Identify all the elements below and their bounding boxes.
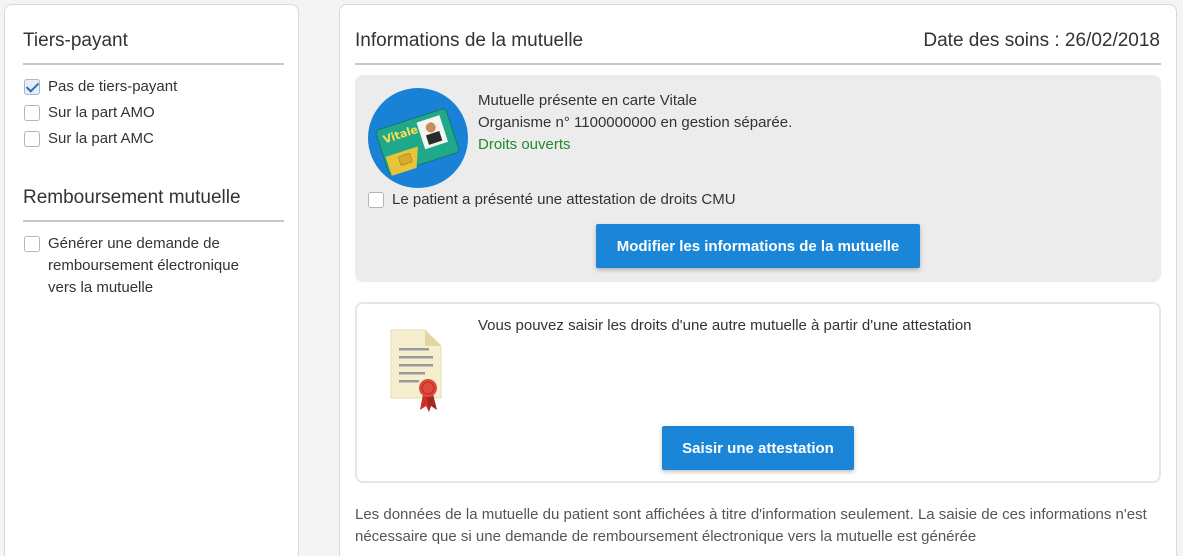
tiers-payant-title: Tiers-payant [23, 30, 128, 51]
cmu-attestation-option[interactable]: Le patient a présenté une attestation de… [368, 189, 736, 211]
checkbox[interactable] [24, 131, 40, 147]
attestation-box: Vous pouvez saisir les droits d'une autr… [355, 302, 1161, 483]
saisir-attestation-button[interactable]: Saisir une attestation [662, 426, 854, 470]
vitale-card-icon: Vitale [368, 88, 468, 188]
modify-mutuelle-button[interactable]: Modifier les informations de la mutuelle [596, 224, 920, 268]
certificate-icon [387, 326, 447, 417]
attestation-text: Vous pouvez saisir les droits d'une autr… [478, 317, 972, 334]
vitale-line-2: Organisme n° 1100000000 en gestion sépar… [478, 114, 793, 131]
option-remboursement-electronique[interactable]: Générer une demande de remboursement éle… [24, 233, 239, 299]
droits-status: Droits ouverts [478, 136, 571, 153]
checkbox-checked[interactable] [24, 79, 40, 95]
option-label: Sur la part AMC [48, 130, 154, 147]
information-footnote: Les données de la mutuelle du patient so… [355, 506, 1147, 545]
divider [23, 63, 284, 65]
checkbox[interactable] [368, 192, 384, 208]
page-title: Informations de la mutuelle [355, 30, 584, 51]
mutuelle-panel: Informations de la mutuelle Date des soi… [339, 4, 1177, 556]
option-label: Générer une demande de remboursement éle… [48, 235, 239, 296]
checkbox[interactable] [24, 105, 40, 121]
divider [23, 220, 284, 222]
cmu-label: Le patient a présenté une attestation de… [392, 191, 736, 208]
remboursement-title: Remboursement mutuelle [23, 187, 241, 208]
option-sur-la-part-amc[interactable]: Sur la part AMC [24, 128, 154, 150]
option-sur-la-part-amo[interactable]: Sur la part AMO [24, 102, 155, 124]
checkbox[interactable] [24, 236, 40, 252]
option-label: Pas de tiers-payant [48, 78, 178, 95]
vitale-info-box: Vitale Mutuelle présente en carte Vitale… [355, 75, 1161, 282]
options-panel: Tiers-payant Pas de tiers-payant Sur la … [4, 4, 299, 556]
date-des-soins: Date des soins : 26/02/2018 [923, 30, 1160, 51]
vitale-details: Mutuelle présente en carte Vitale Organi… [478, 90, 792, 156]
divider [355, 63, 1161, 65]
option-pas-de-tiers-payant[interactable]: Pas de tiers-payant [24, 76, 177, 98]
option-label: Sur la part AMO [48, 104, 155, 121]
vitale-line-1: Mutuelle présente en carte Vitale [478, 92, 698, 109]
